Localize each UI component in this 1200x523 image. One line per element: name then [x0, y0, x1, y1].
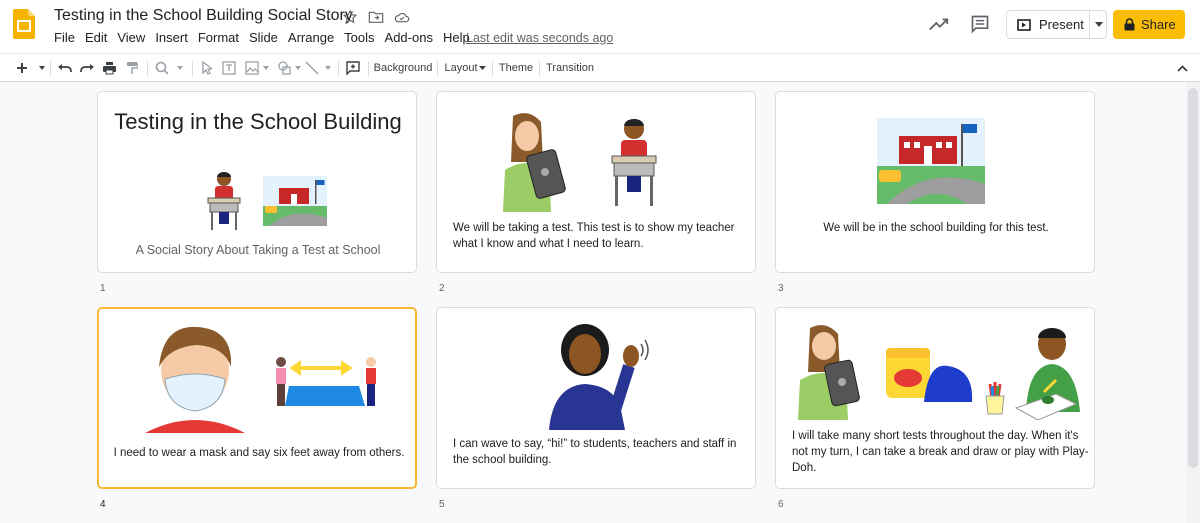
- woman-waving-image: [545, 320, 649, 430]
- slide-6-text: I will take many short tests throughout …: [792, 430, 1089, 474]
- school-building-image: [263, 176, 327, 226]
- slide-number-1: 1: [100, 283, 106, 294]
- select-cursor-icon[interactable]: [198, 59, 216, 77]
- menu-insert[interactable]: Insert: [155, 30, 188, 45]
- new-slide-button[interactable]: [14, 59, 48, 77]
- present-dropdown-icon[interactable]: [1095, 22, 1103, 27]
- slide-thumbnail-2[interactable]: We will be taking a test. This test is t…: [436, 91, 756, 273]
- slide-2-text: We will be taking a test. This test is t…: [453, 222, 735, 250]
- toolbar-divider: [147, 61, 148, 76]
- activity-dashboard-icon[interactable]: [928, 14, 950, 34]
- present-label: Present: [1039, 17, 1084, 32]
- slide-3-text: We will be in the school building for th…: [823, 222, 1049, 234]
- toolbar-divider: [368, 61, 369, 76]
- slide-thumbnail-1[interactable]: Testing in the School Building A Social …: [97, 91, 417, 273]
- slide-number-5: 5: [439, 499, 445, 510]
- theme-button[interactable]: Theme: [498, 59, 534, 77]
- paint-format-icon[interactable]: [123, 59, 141, 77]
- toolbar-divider: [192, 61, 193, 76]
- menu-bar: File Edit View Insert Format Slide Arran…: [54, 30, 480, 45]
- transition-button[interactable]: Transition: [545, 59, 595, 77]
- document-title[interactable]: Testing in the School Building Social St…: [54, 7, 353, 25]
- toolbar-divider: [539, 61, 540, 76]
- menu-edit[interactable]: Edit: [85, 30, 107, 45]
- line-icon[interactable]: [304, 59, 334, 77]
- boy-drawing-image: [1014, 322, 1084, 420]
- slide-1-title: Testing in the School Building: [114, 109, 402, 134]
- student-at-desk-image: [206, 170, 242, 232]
- slide-thumbnail-4[interactable]: I need to wear a mask and say six feet a…: [97, 307, 417, 489]
- slide-number-6: 6: [778, 499, 784, 510]
- slide-number-2: 2: [439, 283, 445, 294]
- print-icon[interactable]: [100, 59, 118, 77]
- slide-number-4: 4: [100, 499, 106, 510]
- slide-thumbnail-5[interactable]: I can wave to say, “hi!” to students, te…: [436, 307, 756, 489]
- school-building-image: [877, 118, 985, 204]
- collapse-toolbar-icon[interactable]: [1174, 59, 1190, 77]
- menu-addons[interactable]: Add-ons: [385, 30, 433, 45]
- insert-image-icon[interactable]: [244, 59, 272, 77]
- present-icon: [1017, 19, 1031, 31]
- layout-button[interactable]: Layout: [444, 59, 478, 77]
- student-at-desk-image: [609, 116, 659, 208]
- menu-slide[interactable]: Slide: [249, 30, 278, 45]
- menu-view[interactable]: View: [117, 30, 145, 45]
- lock-icon: [1124, 18, 1135, 31]
- slide-thumbnail-6[interactable]: I will take many short tests throughout …: [775, 307, 1095, 489]
- present-button[interactable]: Present: [1006, 10, 1107, 39]
- play-doh-image: [884, 344, 974, 410]
- top-bar: Testing in the School Building Social St…: [0, 0, 1200, 52]
- layout-dropdown-icon[interactable]: [478, 59, 486, 77]
- redo-icon[interactable]: [78, 59, 96, 77]
- add-comment-icon[interactable]: [344, 59, 362, 77]
- scrollbar-thumb[interactable]: [1188, 88, 1198, 468]
- girl-with-tablet-image: [794, 324, 870, 420]
- slide-1-subtitle: A Social Story About Taking a Test at Sc…: [135, 243, 381, 257]
- slide-4-text: I need to wear a mask and say six feet a…: [113, 447, 405, 459]
- toolbar: Background Layout Theme Transition: [0, 53, 1200, 82]
- present-divider: [1089, 11, 1090, 38]
- child-wearing-mask-image: [145, 321, 245, 433]
- zoom-icon[interactable]: [154, 59, 186, 77]
- undo-icon[interactable]: [55, 59, 73, 77]
- social-distance-image: [271, 354, 383, 416]
- girl-with-tablet-image: [495, 112, 575, 212]
- toolbar-divider: [50, 61, 51, 76]
- comments-icon[interactable]: [970, 14, 992, 34]
- toolbar-divider: [437, 61, 438, 76]
- move-folder-icon[interactable]: [366, 8, 386, 26]
- last-edit-link[interactable]: Last edit was seconds ago: [466, 31, 613, 45]
- toolbar-divider: [492, 61, 493, 76]
- slides-logo-icon[interactable]: [13, 9, 35, 39]
- slide-number-3: 3: [778, 283, 784, 294]
- cloud-saved-icon[interactable]: [392, 8, 412, 26]
- shape-icon[interactable]: [276, 59, 304, 77]
- menu-file[interactable]: File: [54, 30, 75, 45]
- toolbar-divider: [338, 61, 339, 76]
- text-box-icon[interactable]: [220, 59, 238, 77]
- share-label: Share: [1141, 17, 1176, 32]
- star-icon[interactable]: [340, 8, 360, 26]
- slide-thumbnail-3[interactable]: We will be in the school building for th…: [775, 91, 1095, 273]
- crayons-cup-image: [982, 380, 1008, 416]
- share-button[interactable]: Share: [1113, 10, 1185, 39]
- menu-format[interactable]: Format: [198, 30, 239, 45]
- menu-arrange[interactable]: Arrange: [288, 30, 334, 45]
- background-button[interactable]: Background: [374, 59, 433, 77]
- menu-tools[interactable]: Tools: [344, 30, 374, 45]
- slide-5-text: I can wave to say, “hi!” to students, te…: [453, 438, 737, 466]
